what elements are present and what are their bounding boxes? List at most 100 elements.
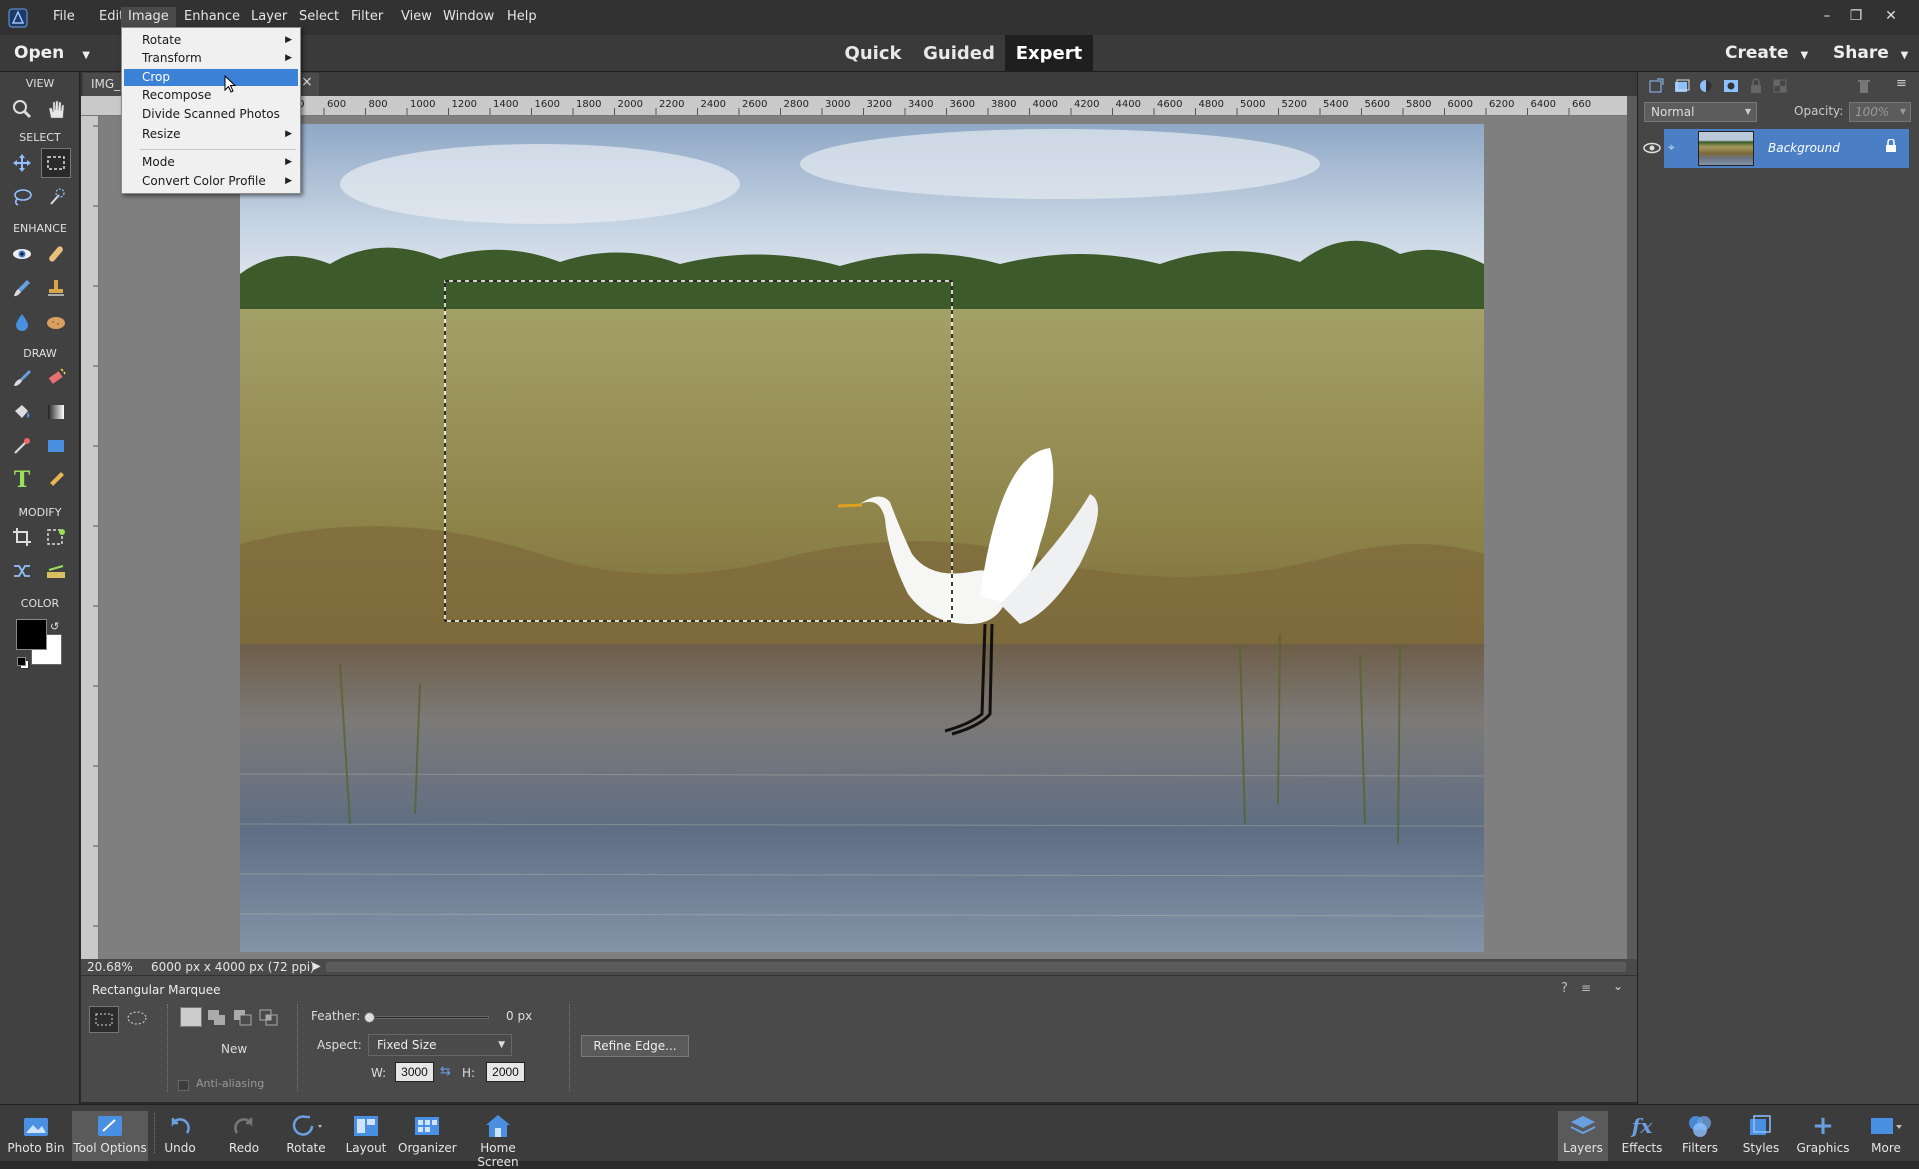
lock-all-icon[interactable] [1748, 78, 1764, 94]
more-button[interactable]: More [1860, 1111, 1912, 1161]
menu-help[interactable]: Help [500, 7, 544, 27]
canvas-area[interactable] [99, 116, 1627, 959]
menu-select[interactable]: Select [292, 7, 346, 27]
zoom-tool-icon[interactable] [7, 94, 37, 124]
panel-menu-icon[interactable]: ≡ [1581, 981, 1591, 995]
organizer-button[interactable]: Organizer [398, 1111, 457, 1161]
new-group-icon[interactable] [1674, 78, 1690, 94]
layout-button[interactable]: Layout [343, 1111, 389, 1161]
layer-mask-icon[interactable] [1723, 78, 1739, 94]
create-button[interactable]: Create ▼ [1725, 35, 1808, 72]
restore-icon[interactable]: ❐ [1845, 5, 1867, 27]
new-selection-icon[interactable] [180, 1007, 202, 1027]
swap-dimensions-icon[interactable]: ⇆ [440, 1064, 451, 1079]
aspect-select[interactable]: Fixed Size ▼ [368, 1034, 512, 1056]
menu-item-transform[interactable]: Transform ▶ [124, 50, 298, 67]
menu-file[interactable]: File [46, 7, 82, 27]
pencil-tool-icon[interactable] [41, 465, 71, 495]
swap-colors-icon[interactable]: ↺ [50, 620, 59, 633]
lasso-tool-icon[interactable] [7, 182, 37, 212]
menu-item-mode[interactable]: Mode ▶ [124, 154, 298, 171]
feather-slider-thumb[interactable] [364, 1012, 375, 1023]
styles-button[interactable]: Styles [1736, 1111, 1786, 1161]
subtract-selection-icon[interactable] [233, 1009, 253, 1027]
rotate-button[interactable]: Rotate [282, 1111, 330, 1161]
opacity-field[interactable]: 100% ▼ [1849, 102, 1911, 122]
visibility-eye-icon[interactable] [1642, 141, 1662, 155]
menu-item-recompose[interactable]: Recompose [124, 87, 298, 104]
undo-button[interactable]: Undo [160, 1111, 200, 1161]
shape-tool-icon[interactable] [41, 431, 71, 461]
feather-slider[interactable] [364, 1012, 489, 1023]
menu-image[interactable]: Image [121, 7, 176, 27]
graphics-button[interactable]: + Graphics [1795, 1111, 1851, 1161]
blend-mode-select[interactable]: Normal ▼ [1644, 102, 1757, 122]
red-eye-tool-icon[interactable] [7, 239, 37, 269]
intersect-selection-icon[interactable] [259, 1009, 279, 1027]
menu-item-crop[interactable]: Crop [124, 69, 298, 86]
default-colors-icon[interactable] [17, 657, 29, 669]
zoom-level[interactable]: 20.68% [87, 959, 133, 975]
photo-egret-wetland[interactable] [240, 124, 1484, 952]
panel-menu-icon[interactable]: ≡ [1896, 76, 1907, 91]
help-icon[interactable]: ? [1561, 981, 1568, 996]
menu-view[interactable]: View [394, 7, 439, 27]
menu-item-resize[interactable]: Resize ▶ [124, 126, 298, 143]
rectangular-marquee-tool-icon[interactable] [41, 148, 71, 178]
type-tool-icon[interactable]: T [7, 465, 37, 495]
tab-quick[interactable]: Quick [838, 35, 908, 72]
elliptical-marquee-option[interactable] [123, 1006, 153, 1033]
foreground-color-swatch[interactable] [16, 619, 47, 650]
paint-bucket-tool-icon[interactable] [7, 397, 37, 427]
redo-button[interactable]: Redo [224, 1111, 264, 1161]
menu-layer[interactable]: Layer [244, 7, 294, 27]
tab-guided[interactable]: Guided [918, 35, 1000, 72]
tool-options-button[interactable]: Tool Options [72, 1111, 148, 1161]
rect-marquee-option[interactable] [89, 1006, 119, 1033]
recompose-tool-icon[interactable] [41, 522, 71, 552]
home-screen-button[interactable]: Home Screen [460, 1111, 536, 1169]
menu-window[interactable]: Window [436, 7, 501, 27]
width-input[interactable] [395, 1062, 434, 1082]
photo-bin-button[interactable]: Photo Bin [6, 1111, 66, 1161]
vertical-scrollbar[interactable] [1627, 96, 1637, 959]
smart-brush-tool-icon[interactable] [7, 273, 37, 303]
anti-aliasing-checkbox[interactable] [178, 1080, 189, 1091]
layers-button[interactable]: Layers [1558, 1111, 1608, 1161]
menu-item-divide-scanned-photos[interactable]: Divide Scanned Photos [124, 106, 298, 123]
eraser-tool-icon[interactable] [41, 363, 71, 393]
effects-button[interactable]: fx Effects [1617, 1111, 1667, 1161]
eyedropper-tool-icon[interactable] [7, 431, 37, 461]
refine-edge-button[interactable]: Refine Edge... [581, 1035, 689, 1057]
delete-layer-icon[interactable] [1856, 78, 1872, 94]
tab-expert[interactable]: Expert [1005, 35, 1093, 72]
new-layer-icon[interactable] [1648, 78, 1664, 94]
close-window-icon[interactable]: ✕ [1880, 5, 1902, 27]
menu-filter[interactable]: Filter [344, 7, 390, 27]
menu-enhance[interactable]: Enhance [177, 7, 247, 27]
lock-transparent-icon[interactable] [1772, 78, 1788, 94]
open-button[interactable]: Open ▼ [14, 35, 90, 72]
brush-tool-icon[interactable] [7, 363, 37, 393]
adjustment-layer-icon[interactable] [1698, 78, 1714, 94]
move-tool-icon[interactable] [7, 148, 37, 178]
clone-stamp-tool-icon[interactable] [41, 273, 71, 303]
gradient-tool-icon[interactable] [41, 397, 71, 427]
straighten-tool-icon[interactable] [41, 556, 71, 586]
crop-tool-icon[interactable] [7, 522, 37, 552]
add-selection-icon[interactable] [207, 1009, 227, 1027]
layer-name[interactable]: Background [1768, 141, 1840, 155]
content-aware-move-tool-icon[interactable] [7, 556, 37, 586]
menu-item-rotate[interactable]: Rotate ▶ [124, 32, 298, 49]
layer-row[interactable]: ⌖ Background [1664, 129, 1909, 168]
sponge-tool-icon[interactable] [41, 307, 71, 337]
spot-healing-tool-icon[interactable] [41, 239, 71, 269]
height-input[interactable] [486, 1062, 525, 1082]
hand-tool-icon[interactable] [41, 94, 71, 124]
quick-selection-tool-icon[interactable] [41, 182, 71, 212]
horizontal-scrollbar[interactable] [326, 962, 1626, 972]
menu-item-convert-color-profile[interactable]: Convert Color Profile ▶ [124, 173, 298, 190]
blur-tool-icon[interactable] [7, 307, 37, 337]
minimize-icon[interactable]: – [1816, 5, 1838, 27]
filters-button[interactable]: Filters [1675, 1111, 1725, 1161]
